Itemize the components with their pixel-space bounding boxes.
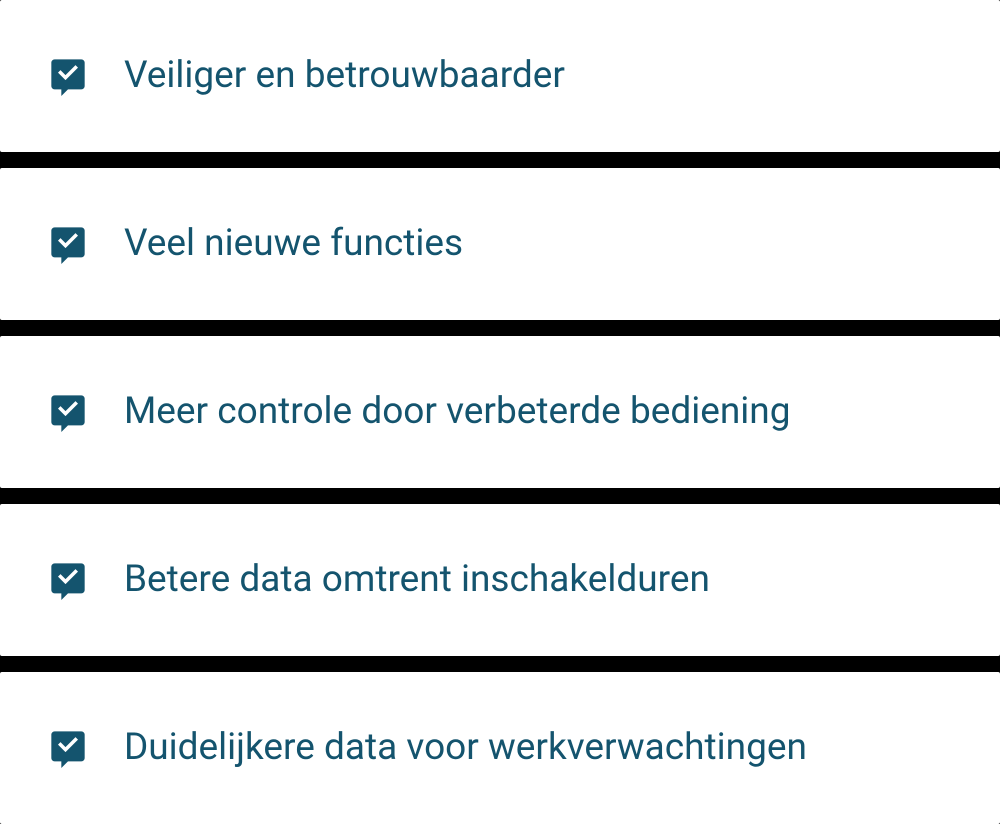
feature-card: Veiliger en betrouwbaarder bbox=[0, 0, 1000, 152]
feature-card: Veel nieuwe functies bbox=[0, 168, 1000, 320]
check-bubble-icon bbox=[48, 56, 88, 96]
feature-label: Veel nieuwe functies bbox=[124, 219, 463, 269]
feature-card: Meer controle door verbeterde bediening bbox=[0, 336, 1000, 488]
feature-label: Veiliger en betrouwbaarder bbox=[124, 51, 565, 101]
check-bubble-icon bbox=[48, 560, 88, 600]
feature-label: Betere data omtrent inschakelduren bbox=[124, 555, 710, 605]
feature-label: Meer controle door verbeterde bediening bbox=[124, 387, 790, 437]
feature-card: Betere data omtrent inschakelduren bbox=[0, 504, 1000, 656]
check-bubble-icon bbox=[48, 392, 88, 432]
feature-card: Duidelijkere data voor werkverwachtingen bbox=[0, 672, 1000, 824]
feature-label: Duidelijkere data voor werkverwachtingen bbox=[124, 723, 807, 773]
check-bubble-icon bbox=[48, 224, 88, 264]
check-bubble-icon bbox=[48, 728, 88, 768]
